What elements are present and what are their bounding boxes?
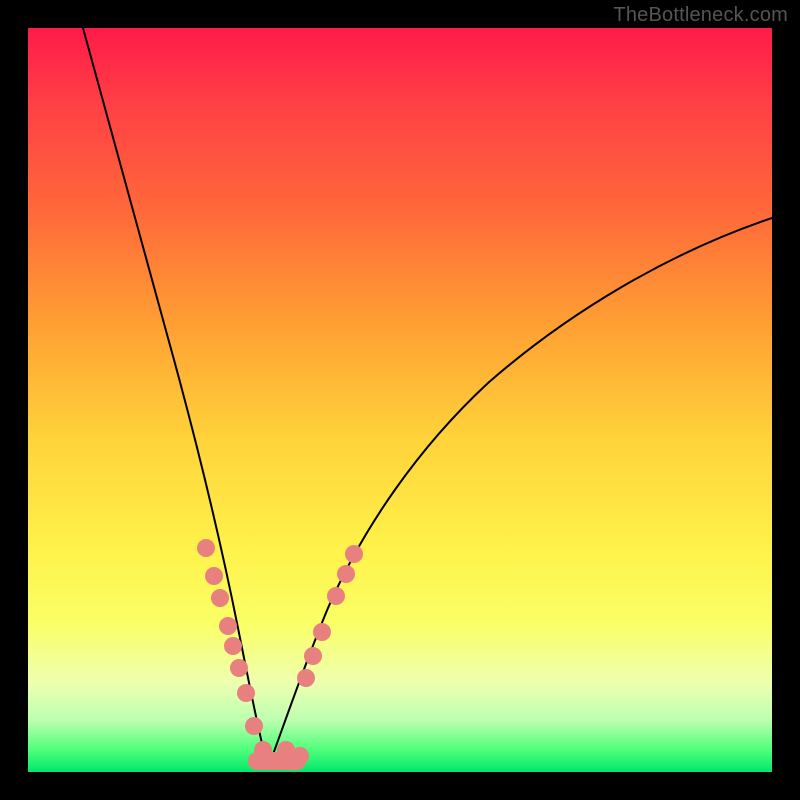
right-dot: [337, 565, 355, 583]
watermark-text: TheBottleneck.com: [613, 4, 788, 27]
valley-dot: [254, 741, 272, 759]
plot-area: [28, 28, 772, 772]
right-dot: [313, 623, 331, 641]
left-dot: [205, 567, 223, 585]
right-dot: [345, 545, 363, 563]
right-dot: [297, 669, 315, 687]
stage: TheBottleneck.com: [0, 0, 800, 800]
left-dot: [245, 717, 263, 735]
left-dot: [224, 637, 242, 655]
valley-dot: [291, 747, 309, 765]
left-dot: [211, 589, 229, 607]
left-curve: [83, 28, 268, 768]
left-dot: [219, 617, 237, 635]
right-dot: [327, 587, 345, 605]
right-dot: [304, 647, 322, 665]
right-curve: [268, 218, 772, 768]
left-dot: [230, 659, 248, 677]
chart-svg: [28, 28, 772, 772]
left-dot: [237, 684, 255, 702]
left-dot: [197, 539, 215, 557]
